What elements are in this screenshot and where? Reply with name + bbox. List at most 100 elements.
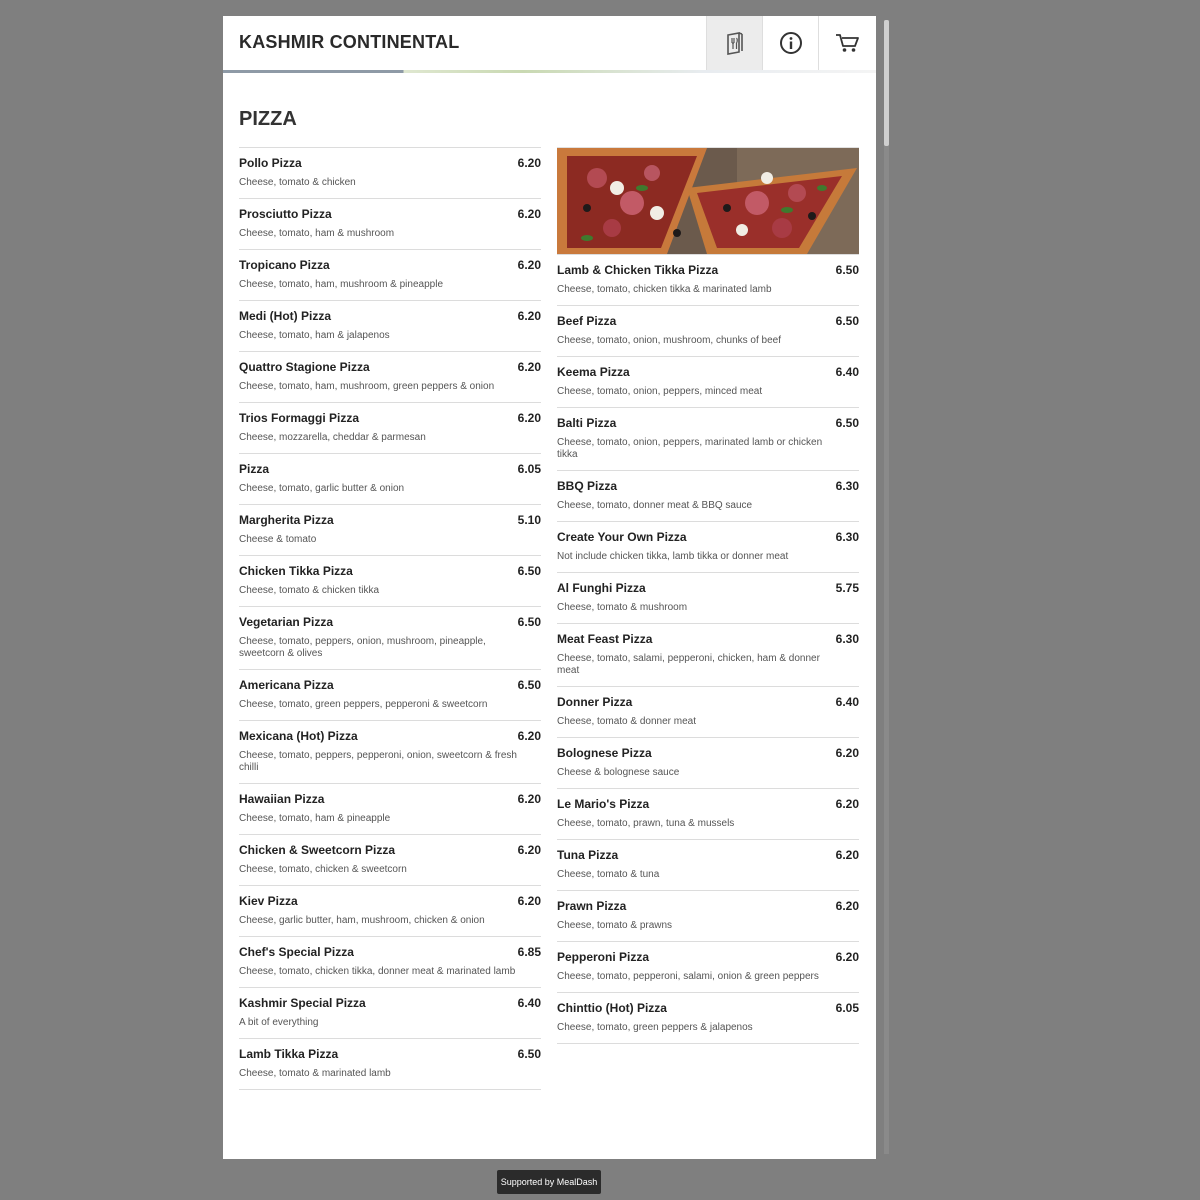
menu-item[interactable]: Lamb & Chicken Tikka Pizza 6.50 Cheese, to… bbox=[557, 254, 859, 305]
menu-panel: KASHMIR CONTINENTAL PIZZA Pollo Pizza 6.… bbox=[223, 16, 876, 1159]
menu-item[interactable]: Balti Pizza 6.50 Cheese, tomato, onion, pe… bbox=[557, 407, 859, 470]
menu-item[interactable]: Prosciutto Pizza 6.20 Cheese, tomato, ham … bbox=[239, 198, 541, 249]
menu-item[interactable]: Quattro Stagione Pizza 6.20 Cheese, tomato… bbox=[239, 351, 541, 402]
menu-item[interactable]: Chinttio (Hot) Pizza 6.05 Cheese, tomato, … bbox=[557, 992, 859, 1044]
menu-item-description: Cheese, tomato, ham & pineapple bbox=[239, 813, 391, 824]
scrollbar-thumb[interactable] bbox=[884, 20, 889, 146]
menu-icon bbox=[727, 32, 743, 55]
menu-item[interactable]: Chef's Special Pizza 6.85 Cheese, tomato, … bbox=[239, 936, 541, 987]
menu-item[interactable]: Chicken & Sweetcorn Pizza 6.20 Cheese, tom… bbox=[239, 834, 541, 885]
menu-item[interactable]: Le Mario's Pizza 6.20 Cheese, tomato, praw… bbox=[557, 788, 859, 839]
menu-item-name: Le Mario's Pizza bbox=[557, 797, 650, 811]
menu-item-header: Mexicana (Hot) Pizza 6.20 bbox=[239, 729, 541, 743]
menu-item[interactable]: Tropicano Pizza 6.20 Cheese, tomato, ham, … bbox=[239, 249, 541, 300]
menu-item-description: Cheese, tomato & chicken bbox=[239, 177, 356, 188]
menu-item[interactable]: Pizza 6.05 Cheese, tomato, garlic butter &… bbox=[239, 453, 541, 504]
menu-item-price: 6.40 bbox=[835, 365, 859, 379]
menu-item-header: Beef Pizza 6.50 bbox=[557, 314, 859, 328]
menu-item-header: Tuna Pizza 6.20 bbox=[557, 848, 859, 862]
right-menu-column: Lamb & Chicken Tikka Pizza 6.50 Cheese, to… bbox=[557, 147, 859, 1044]
menu-item-name: Margherita Pizza bbox=[239, 513, 334, 527]
menu-item-header: Margherita Pizza 5.10 bbox=[239, 513, 541, 527]
menu-item-price: 6.20 bbox=[517, 360, 541, 374]
menu-item[interactable]: Chicken Tikka Pizza 6.50 Cheese, tomato & … bbox=[239, 555, 541, 606]
menu-item-header: Tropicano Pizza 6.20 bbox=[239, 258, 541, 272]
cart-button[interactable] bbox=[818, 16, 875, 70]
menu-item-price: 6.20 bbox=[517, 258, 541, 272]
header-accent-line bbox=[223, 70, 876, 73]
menu-item-name: Donner Pizza bbox=[557, 695, 633, 709]
menu-item[interactable]: Medi (Hot) Pizza 6.20 Cheese, tomato, ham … bbox=[239, 300, 541, 351]
menu-item-price: 5.75 bbox=[835, 581, 859, 595]
menu-item[interactable]: Trios Formaggi Pizza 6.20 Cheese, mozzarel… bbox=[239, 402, 541, 453]
menu-item-name: Americana Pizza bbox=[239, 678, 334, 692]
menu-item-description: Cheese, tomato & mushroom bbox=[557, 602, 688, 613]
menu-item-price: 6.30 bbox=[835, 632, 859, 646]
menu-item-header: Hawaiian Pizza 6.20 bbox=[239, 792, 541, 806]
menu-item-header: Quattro Stagione Pizza 6.20 bbox=[239, 360, 541, 374]
menu-item-description: Cheese, tomato, prawn, tuna & mussels bbox=[557, 818, 735, 829]
menu-item-price: 6.20 bbox=[835, 899, 859, 913]
menu-item-price: 6.50 bbox=[517, 564, 541, 578]
menu-item-description: Cheese, tomato, donner meat & BBQ sauce bbox=[557, 500, 753, 511]
menu-item[interactable]: Margherita Pizza 5.10 Cheese & tomato bbox=[239, 504, 541, 555]
menu-item-name: Prawn Pizza bbox=[557, 899, 627, 913]
menu-item-name: Quattro Stagione Pizza bbox=[239, 360, 370, 374]
menu-item[interactable]: Tuna Pizza 6.20 Cheese, tomato & tuna bbox=[557, 839, 859, 890]
supported-by-badge[interactable]: Supported by MealDash bbox=[497, 1170, 601, 1194]
menu-button[interactable] bbox=[706, 16, 763, 70]
menu-item-name: Bolognese Pizza bbox=[557, 746, 652, 760]
menu-item-description: Not include chicken tikka, lamb tikka or… bbox=[557, 551, 789, 562]
menu-item-header: Lamb & Chicken Tikka Pizza 6.50 bbox=[557, 263, 859, 277]
menu-item-price: 6.20 bbox=[835, 746, 859, 760]
menu-item-description: Cheese & tomato bbox=[239, 534, 317, 545]
menu-item-description: Cheese, tomato, ham, mushroom & pineappl… bbox=[239, 279, 443, 290]
menu-item[interactable]: Prawn Pizza 6.20 Cheese, tomato & prawns bbox=[557, 890, 859, 941]
menu-item-price: 6.50 bbox=[517, 615, 541, 629]
menu-item-header: Prawn Pizza 6.20 bbox=[557, 899, 859, 913]
menu-item[interactable]: Pollo Pizza 6.20 Cheese, tomato & chicken bbox=[239, 147, 541, 198]
menu-item[interactable]: Lamb Tikka Pizza 6.50 Cheese, tomato & mar… bbox=[239, 1038, 541, 1090]
menu-item[interactable]: Hawaiian Pizza 6.20 Cheese, tomato, ham & … bbox=[239, 783, 541, 834]
menu-item-price: 6.20 bbox=[517, 792, 541, 806]
menu-item-description: Cheese, tomato, ham & mushroom bbox=[239, 228, 395, 239]
menu-item-description: Cheese, tomato, garlic butter & onion bbox=[239, 483, 405, 494]
menu-item-price: 6.40 bbox=[835, 695, 859, 709]
menu-item[interactable]: Vegetarian Pizza 6.50 Cheese, tomato, pepp… bbox=[239, 606, 541, 669]
menu-item[interactable]: Donner Pizza 6.40 Cheese, tomato & donner … bbox=[557, 686, 859, 737]
menu-item-header: Meat Feast Pizza 6.30 bbox=[557, 632, 859, 646]
menu-item-name: Kashmir Special Pizza bbox=[239, 996, 366, 1010]
menu-item[interactable]: Americana Pizza 6.50 Cheese, tomato, green… bbox=[239, 669, 541, 720]
menu-item-name: Balti Pizza bbox=[557, 416, 617, 430]
menu-item[interactable]: Create Your Own Pizza 6.30 Not include chi… bbox=[557, 521, 859, 572]
info-button[interactable] bbox=[762, 16, 819, 70]
menu-item[interactable]: Beef Pizza 6.50 Cheese, tomato, onion, mus… bbox=[557, 305, 859, 356]
info-icon bbox=[780, 32, 802, 54]
menu-item[interactable]: Keema Pizza 6.40 Cheese, tomato, onion, pe… bbox=[557, 356, 859, 407]
menu-item-header: Trios Formaggi Pizza 6.20 bbox=[239, 411, 541, 425]
menu-item[interactable]: Kashmir Special Pizza 6.40 A bit of everyt… bbox=[239, 987, 541, 1038]
menu-item-description: Cheese, tomato & donner meat bbox=[557, 716, 696, 727]
menu-item[interactable]: BBQ Pizza 6.30 Cheese, tomato, donner meat… bbox=[557, 470, 859, 521]
menu-item-description: Cheese, tomato & marinated lamb bbox=[239, 1068, 391, 1079]
menu-item[interactable]: Pepperoni Pizza 6.20 Cheese, tomato, peppe… bbox=[557, 941, 859, 992]
scrollbar[interactable] bbox=[884, 20, 889, 1154]
menu-item[interactable]: Mexicana (Hot) Pizza 6.20 Cheese, tomato, … bbox=[239, 720, 541, 783]
cart-icon bbox=[836, 34, 859, 52]
menu-item[interactable]: Meat Feast Pizza 6.30 Cheese, tomato, sala… bbox=[557, 623, 859, 686]
menu-item[interactable]: Bolognese Pizza 6.20 Cheese & bolognese sa… bbox=[557, 737, 859, 788]
menu-item-description: Cheese, tomato, chicken tikka & marinate… bbox=[557, 284, 772, 295]
menu-item-name: BBQ Pizza bbox=[557, 479, 618, 493]
menu-item-header: Prosciutto Pizza 6.20 bbox=[239, 207, 541, 221]
menu-item-header: Chicken Tikka Pizza 6.50 bbox=[239, 564, 541, 578]
menu-item-header: Chicken & Sweetcorn Pizza 6.20 bbox=[239, 843, 541, 857]
menu-item[interactable]: Al Funghi Pizza 5.75 Cheese, tomato & mush… bbox=[557, 572, 859, 623]
menu-item-price: 6.50 bbox=[517, 1047, 541, 1061]
menu-item-price: 6.20 bbox=[517, 894, 541, 908]
menu-item-header: Pepperoni Pizza 6.20 bbox=[557, 950, 859, 964]
menu-item-description: Cheese, garlic butter, ham, mushroom, ch… bbox=[239, 915, 485, 926]
menu-item-name: Pizza bbox=[239, 462, 270, 476]
menu-item-price: 6.30 bbox=[835, 479, 859, 493]
menu-item[interactable]: Kiev Pizza 6.20 Cheese, garlic butter, ham… bbox=[239, 885, 541, 936]
menu-item-header: Bolognese Pizza 6.20 bbox=[557, 746, 859, 760]
